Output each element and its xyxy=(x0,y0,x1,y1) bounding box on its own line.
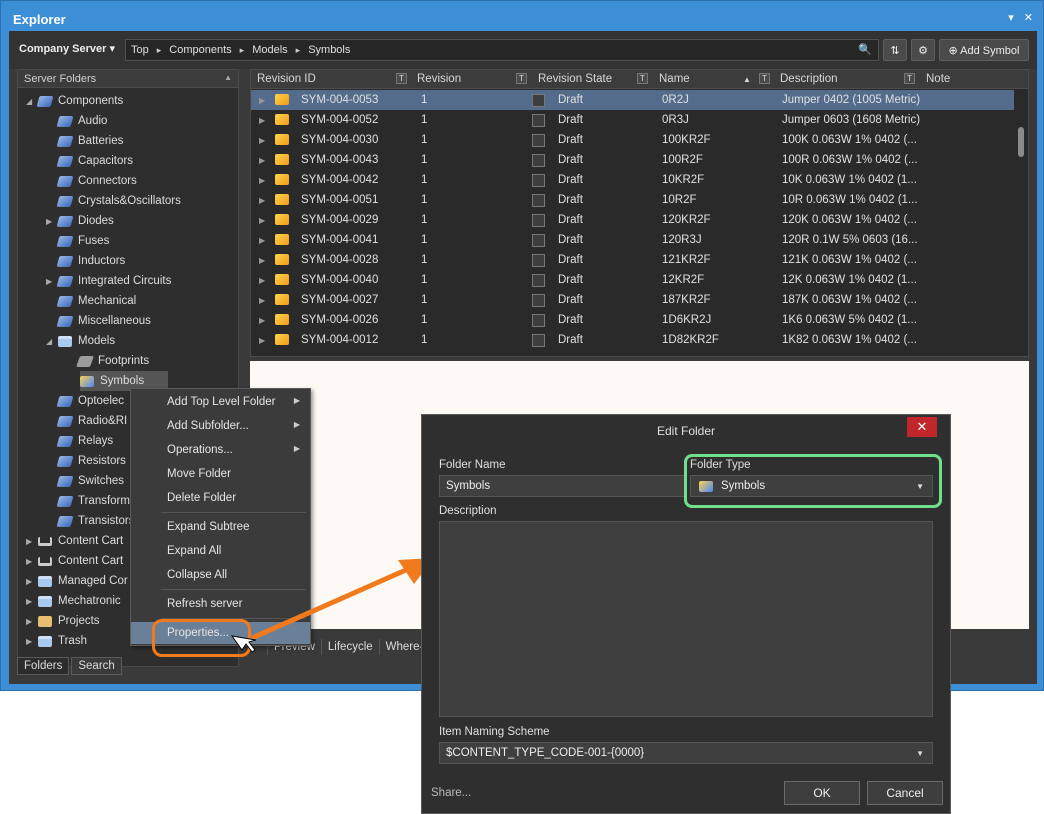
ok-button[interactable]: OK xyxy=(784,781,860,805)
folder-type-highlight xyxy=(684,454,942,508)
folder-name-input[interactable]: Symbols xyxy=(439,475,685,497)
chevron-down-icon: ▼ xyxy=(916,749,924,758)
dialog-title: Edit Folder xyxy=(656,424,716,438)
share-link[interactable]: Share... xyxy=(431,787,471,799)
naming-scheme-dropdown[interactable]: $CONTENT_TYPE_CODE-001-{0000} ▼ xyxy=(439,742,933,764)
close-icon: ✕ xyxy=(916,419,928,434)
dialog-close-button[interactable]: ✕ xyxy=(907,417,937,437)
naming-scheme-value: $CONTENT_TYPE_CODE-001-{0000} xyxy=(446,747,645,759)
naming-scheme-label: Item Naming Scheme xyxy=(439,726,550,738)
folder-name-label: Folder Name xyxy=(439,459,506,471)
edit-folder-dialog: Edit Folder ✕ Folder Name Symbols Folder… xyxy=(421,414,951,814)
description-label: Description xyxy=(439,505,497,517)
description-textarea[interactable] xyxy=(439,521,933,717)
cancel-button[interactable]: Cancel xyxy=(867,781,943,805)
